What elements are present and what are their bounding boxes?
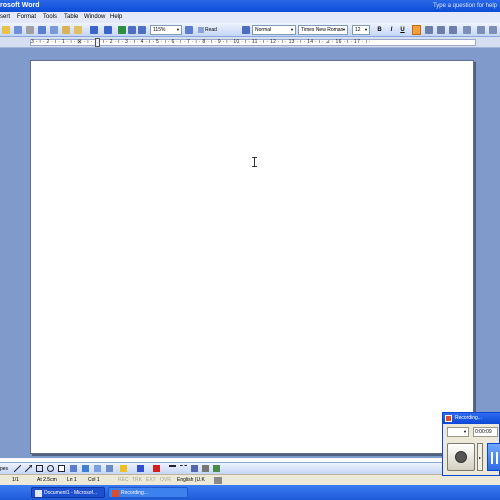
redo-icon[interactable] [104, 26, 112, 34]
picture-icon[interactable] [106, 465, 113, 472]
clip-art-icon[interactable] [94, 465, 101, 472]
oval-icon[interactable] [47, 465, 54, 472]
zoom-value: 115% [153, 27, 166, 33]
align-center-icon[interactable] [425, 26, 433, 34]
menu-format[interactable]: Format [17, 12, 36, 23]
dash-style-icon[interactable] [180, 465, 187, 472]
styles-formatting-icon[interactable] [242, 26, 250, 34]
italic-button[interactable]: I [387, 25, 396, 35]
taskbar-recording-label: Recording... [121, 490, 148, 496]
style-select[interactable]: Normal ▼ [252, 25, 296, 35]
recording-timer: 0:00:09 [473, 427, 498, 437]
spelling-status-icon[interactable] [214, 477, 222, 484]
rectangle-icon[interactable] [36, 465, 43, 472]
cut-icon[interactable] [38, 26, 46, 34]
menu-tools[interactable]: Tools [43, 12, 57, 23]
chevron-down-icon: ▼ [463, 429, 467, 434]
menu-help[interactable]: Help [110, 12, 122, 23]
arrow-icon[interactable] [25, 465, 32, 472]
help-icon[interactable] [185, 26, 193, 34]
line-icon[interactable] [14, 465, 21, 472]
3d-icon[interactable] [213, 465, 220, 472]
insert-table-icon[interactable] [138, 26, 146, 34]
record-button[interactable] [447, 443, 475, 471]
fill-color-icon[interactable] [120, 465, 127, 472]
zoom-select[interactable]: 115% ▼ [150, 25, 182, 35]
format-painter-icon[interactable] [74, 26, 82, 34]
recording-title: Recording... [455, 415, 482, 421]
line-color-icon[interactable] [137, 465, 144, 472]
underline-button[interactable]: U [398, 25, 407, 35]
recording-source-select[interactable]: ▼ [447, 427, 469, 437]
wordart-icon[interactable] [70, 465, 77, 472]
paste-icon[interactable] [62, 26, 70, 34]
bold-button[interactable]: B [375, 25, 384, 35]
font-color-icon[interactable] [153, 465, 160, 472]
chevron-down-icon: ▼ [364, 27, 368, 32]
menu-table[interactable]: Table [64, 12, 78, 23]
window-title: rosoft Word [0, 2, 40, 9]
record-options-button[interactable]: ▸ [477, 443, 483, 471]
recorder-icon [112, 490, 119, 497]
pause-icon [491, 452, 493, 464]
help-question-box[interactable]: Type a question for help [433, 0, 497, 12]
print-preview-icon[interactable] [2, 26, 10, 34]
justify-icon[interactable] [449, 26, 457, 34]
recording-window: Recording... ▼ 0:00:09 ▸ [442, 412, 500, 476]
tables-borders-icon[interactable] [128, 26, 136, 34]
taskbar-document-label: Document1 - Microsof... [44, 490, 98, 496]
text-cursor-icon [252, 157, 257, 167]
arrow-style-icon[interactable] [191, 465, 198, 472]
line-style-icon[interactable] [169, 465, 176, 472]
align-right-icon[interactable] [437, 26, 445, 34]
taskbar-recording-button[interactable]: Recording... [108, 487, 188, 498]
recording-controls-panel: ▼ 0:00:09 [447, 427, 498, 438]
line-spacing-icon[interactable] [463, 26, 471, 34]
text-box-icon[interactable] [58, 465, 65, 472]
undo-icon[interactable] [90, 26, 98, 34]
chevron-down-icon: ▼ [176, 27, 180, 32]
bullets-icon[interactable] [489, 26, 497, 34]
document-page[interactable] [30, 60, 474, 454]
pause-icon [496, 452, 498, 464]
word-icon [35, 490, 42, 497]
pause-button[interactable] [487, 443, 500, 471]
indent-marker[interactable] [95, 38, 100, 47]
menu-insert[interactable]: sert [0, 12, 10, 23]
align-left-button[interactable] [412, 25, 421, 35]
read-label: Read [205, 27, 217, 33]
copy-icon[interactable] [50, 26, 58, 34]
diagram-icon[interactable] [82, 465, 89, 472]
menu-bar: sert Format Tools Table Window Help [0, 12, 500, 23]
font-size-value: 12 [355, 27, 361, 33]
shadow-icon[interactable] [202, 465, 209, 472]
font-value: Times New Roman [301, 27, 344, 33]
font-size-select[interactable]: 12 ▼ [352, 25, 370, 35]
research-icon[interactable] [26, 26, 34, 34]
chevron-down-icon: ▼ [290, 27, 294, 32]
horizontal-ruler[interactable]: 3 · ı · 2 · ı · 1 · ı · ⊠ · ı · 1 · ı · … [0, 37, 500, 48]
drawing-toolbar: pes [0, 462, 445, 474]
menu-window[interactable]: Window [84, 12, 105, 23]
record-icon [455, 451, 467, 463]
taskbar: Document1 - Microsof... Recording... [0, 485, 500, 500]
numbering-icon[interactable] [477, 26, 485, 34]
font-select[interactable]: Times New Roman ▼ [298, 25, 348, 35]
taskbar-document-button[interactable]: Document1 - Microsof... [31, 487, 105, 498]
status-bar: 1/1 At 2.5cm Ln 1 Col 1 REC TRK EXT OVR … [0, 474, 500, 485]
recording-title-bar[interactable]: Recording... [443, 413, 500, 424]
style-value: Normal [255, 27, 272, 33]
read-button[interactable]: Read [198, 25, 217, 35]
toolbar: 115% ▼ Read Normal ▼ Times New Roman ▼ 1… [0, 23, 500, 37]
chevron-down-icon: ▼ [342, 27, 346, 32]
recorder-icon [445, 415, 452, 422]
hyperlink-icon[interactable] [118, 26, 126, 34]
spelling-icon[interactable] [14, 26, 22, 34]
title-bar: rosoft Word Type a question for help [0, 0, 500, 12]
read-icon [198, 26, 204, 33]
